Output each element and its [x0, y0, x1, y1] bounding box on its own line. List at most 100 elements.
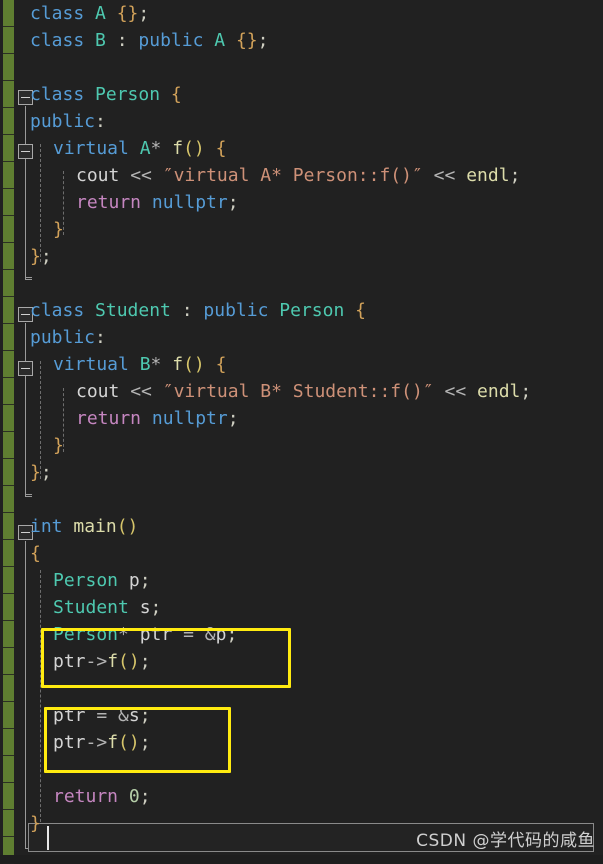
code-line-text: virtual B* f() {: [53, 351, 226, 378]
token-punct: ;: [139, 570, 151, 591]
code-line[interactable]: }: [0, 810, 603, 837]
code-line[interactable]: [0, 54, 603, 81]
highlight-box-upcast-call: [41, 628, 291, 688]
token-type: A: [214, 30, 226, 51]
code-line[interactable]: class A {};: [0, 0, 603, 27]
code-editor-window[interactable]: class A {}; class B : public A {}; class P…: [0, 0, 603, 864]
code-line[interactable]: public:: [0, 108, 603, 135]
code-line[interactable]: cout << ″virtual A* Person::f()″ << endl…: [0, 162, 603, 189]
token-brace: {: [30, 543, 41, 564]
token-punct: ;: [227, 408, 239, 429]
code-line[interactable]: Student s;: [0, 594, 603, 621]
token-punct: ;: [520, 381, 532, 402]
token-paren: (): [183, 354, 205, 375]
code-line[interactable]: class Student : public Person {: [0, 297, 603, 324]
highlight-box-derived-call: [44, 707, 231, 773]
token-op: *: [150, 138, 162, 159]
code-line[interactable]: cout << ″virtual B* Student::f()″ << end…: [0, 378, 603, 405]
code-line[interactable]: [0, 486, 603, 513]
code-line-text: public:: [30, 108, 106, 135]
token-type: A: [139, 138, 151, 159]
code-line-text: Student s;: [53, 594, 161, 621]
code-line[interactable]: virtual B* f() {: [0, 351, 603, 378]
code-line[interactable]: }: [0, 216, 603, 243]
token-kw: nullptr: [151, 408, 228, 429]
code-line-text: cout << ″virtual A* Person::f()″ << endl…: [76, 162, 520, 189]
token-ret: return: [53, 786, 119, 807]
token-fn: endl: [477, 381, 521, 402]
code-line[interactable]: virtual A* f() {: [0, 135, 603, 162]
token-fn: endl: [466, 165, 510, 186]
token-fn: main: [73, 516, 117, 537]
code-line-text: };: [30, 243, 52, 270]
code-line-text: }: [53, 216, 64, 243]
token-brace: }: [30, 246, 41, 267]
code-line[interactable]: return nullptr;: [0, 405, 603, 432]
token-paren: (): [183, 138, 205, 159]
token-kw: public: [138, 30, 204, 51]
code-line[interactable]: };: [0, 243, 603, 270]
code-line[interactable]: class B : public A {};: [0, 27, 603, 54]
code-line[interactable]: }: [0, 432, 603, 459]
token-paren: (): [116, 516, 139, 537]
code-line-text: return nullptr;: [76, 405, 239, 432]
token-brace: }: [30, 462, 41, 483]
token-punct: :: [181, 300, 193, 321]
token-plain: s: [139, 597, 151, 618]
token-op: <<: [433, 165, 456, 186]
code-line-text: virtual A* f() {: [53, 135, 226, 162]
token-num: 0: [128, 786, 140, 807]
token-fn: f: [172, 354, 184, 375]
token-type: Person: [279, 300, 345, 321]
token-brace: }: [30, 813, 41, 834]
code-line[interactable]: return nullptr;: [0, 189, 603, 216]
token-type: B: [139, 354, 151, 375]
code-line-text: {: [30, 540, 41, 567]
token-kw: public: [203, 300, 269, 321]
code-line[interactable]: class Person {: [0, 81, 603, 108]
code-line[interactable]: [0, 270, 603, 297]
code-line-text: public:: [30, 324, 106, 351]
token-kw: virtual: [53, 138, 129, 159]
token-plain: cout: [76, 381, 120, 402]
token-type: B: [95, 30, 106, 51]
token-brace: }: [53, 435, 64, 456]
token-kw: class: [30, 84, 85, 105]
code-line-text: class B : public A {};: [30, 27, 269, 54]
code-line[interactable]: public:: [0, 324, 603, 351]
code-line-text: return nullptr;: [76, 189, 239, 216]
code-line[interactable]: Person p;: [0, 567, 603, 594]
token-kw: virtual: [53, 354, 129, 375]
token-punct: ;: [139, 786, 151, 807]
token-type: Student: [95, 300, 171, 321]
code-line[interactable]: int main(): [0, 513, 603, 540]
token-brace: {: [355, 300, 367, 321]
token-brace: {: [215, 138, 227, 159]
token-kw: public: [30, 111, 96, 132]
code-line[interactable]: };: [0, 459, 603, 486]
code-line[interactable]: {: [0, 540, 603, 567]
token-plain: p: [128, 570, 140, 591]
code-line-text: }: [53, 432, 64, 459]
code-line[interactable]: return 0;: [0, 783, 603, 810]
